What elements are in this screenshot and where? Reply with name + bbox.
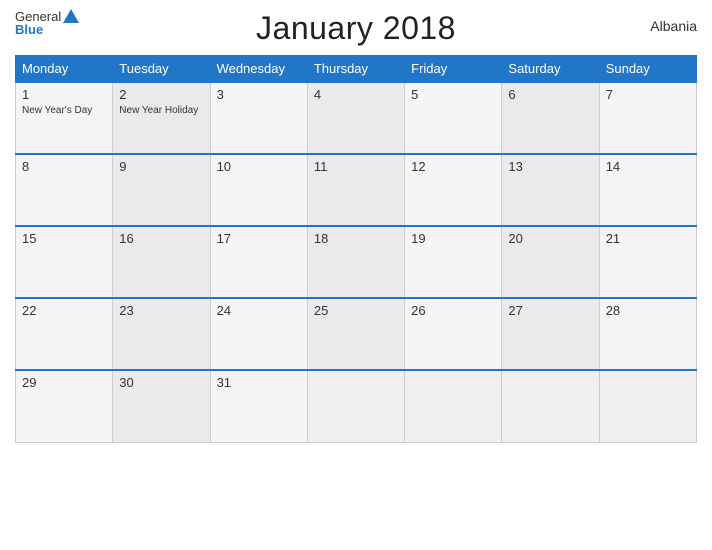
- day-number: 8: [22, 159, 106, 174]
- day-number: 5: [411, 87, 495, 102]
- day-number: 21: [606, 231, 690, 246]
- weekday-header-row: Monday Tuesday Wednesday Thursday Friday…: [16, 56, 697, 83]
- calendar-cell: 20: [502, 226, 599, 298]
- day-number: 14: [606, 159, 690, 174]
- day-number: 15: [22, 231, 106, 246]
- calendar-cell: 28: [599, 298, 696, 370]
- header-friday: Friday: [405, 56, 502, 83]
- calendar-cell: [502, 370, 599, 442]
- calendar-week-row: 1 New Year's Day 2 New Year Holiday 34567: [16, 82, 697, 154]
- calendar-cell: 22: [16, 298, 113, 370]
- calendar-cell: 9: [113, 154, 210, 226]
- calendar-cell: 11: [307, 154, 404, 226]
- calendar-cell: 10: [210, 154, 307, 226]
- day-number: 1: [22, 87, 106, 102]
- day-number: 22: [22, 303, 106, 318]
- calendar-table: Monday Tuesday Wednesday Thursday Friday…: [15, 55, 697, 443]
- logo: General Blue: [15, 10, 79, 36]
- calendar-cell: 23: [113, 298, 210, 370]
- calendar-cell: 29: [16, 370, 113, 442]
- calendar-cell: 17: [210, 226, 307, 298]
- logo-triangle-icon: [63, 9, 79, 23]
- calendar-cell: 6: [502, 82, 599, 154]
- calendar-week-row: 29 30 31: [16, 370, 697, 442]
- day-number: 31: [217, 375, 301, 390]
- calendar-cell: 15: [16, 226, 113, 298]
- calendar-cell: 30: [113, 370, 210, 442]
- calendar-week-row: 89 10 11 12 13 14: [16, 154, 697, 226]
- logo-blue-text: Blue: [15, 23, 79, 36]
- calendar-cell: 4: [307, 82, 404, 154]
- day-number: 2: [119, 87, 203, 102]
- day-number: 3: [217, 87, 301, 102]
- day-number: 4: [314, 87, 398, 102]
- calendar-cell: 12: [405, 154, 502, 226]
- calendar-cell: 8: [16, 154, 113, 226]
- day-number: 17: [217, 231, 301, 246]
- day-number: 19: [411, 231, 495, 246]
- calendar-cell: 1 New Year's Day: [16, 82, 113, 154]
- calendar-cell: 31: [210, 370, 307, 442]
- day-number: 29: [22, 375, 106, 390]
- calendar-cell: 27: [502, 298, 599, 370]
- day-number: 13: [508, 159, 592, 174]
- country-label: Albania: [650, 18, 697, 34]
- calendar-cell: 7: [599, 82, 696, 154]
- header-sunday: Sunday: [599, 56, 696, 83]
- day-number: 25: [314, 303, 398, 318]
- day-number: 30: [119, 375, 203, 390]
- calendar-cell: 26: [405, 298, 502, 370]
- event-label: New Year Holiday: [119, 104, 203, 117]
- calendar-week-row: 22 23 24 25 26 27 28: [16, 298, 697, 370]
- day-number: 12: [411, 159, 495, 174]
- calendar-cell: 14: [599, 154, 696, 226]
- calendar-cell: [599, 370, 696, 442]
- day-number: 26: [411, 303, 495, 318]
- day-number: 6: [508, 87, 592, 102]
- header-wednesday: Wednesday: [210, 56, 307, 83]
- calendar-cell: 19: [405, 226, 502, 298]
- header-tuesday: Tuesday: [113, 56, 210, 83]
- calendar-cell: 21: [599, 226, 696, 298]
- calendar-cell: 3: [210, 82, 307, 154]
- header-monday: Monday: [16, 56, 113, 83]
- calendar-cell: 5: [405, 82, 502, 154]
- calendar-container: General Blue January 2018 Albania Monday…: [0, 0, 712, 550]
- day-number: 27: [508, 303, 592, 318]
- day-number: 28: [606, 303, 690, 318]
- header-saturday: Saturday: [502, 56, 599, 83]
- calendar-cell: [405, 370, 502, 442]
- day-number: 18: [314, 231, 398, 246]
- day-number: 16: [119, 231, 203, 246]
- calendar-header: General Blue January 2018 Albania: [15, 10, 697, 47]
- calendar-cell: 13: [502, 154, 599, 226]
- calendar-title: January 2018: [256, 10, 456, 47]
- calendar-week-row: 15 16 17 18 19 20 21: [16, 226, 697, 298]
- day-number: 20: [508, 231, 592, 246]
- day-number: 24: [217, 303, 301, 318]
- calendar-cell: [307, 370, 404, 442]
- day-number: 23: [119, 303, 203, 318]
- calendar-cell: 24: [210, 298, 307, 370]
- calendar-cell: 25: [307, 298, 404, 370]
- calendar-cell: 18: [307, 226, 404, 298]
- day-number: 10: [217, 159, 301, 174]
- day-number: 9: [119, 159, 203, 174]
- day-number: 7: [606, 87, 690, 102]
- day-number: 11: [314, 159, 398, 174]
- calendar-cell: 2 New Year Holiday: [113, 82, 210, 154]
- header-thursday: Thursday: [307, 56, 404, 83]
- calendar-cell: 16: [113, 226, 210, 298]
- event-label: New Year's Day: [22, 104, 106, 117]
